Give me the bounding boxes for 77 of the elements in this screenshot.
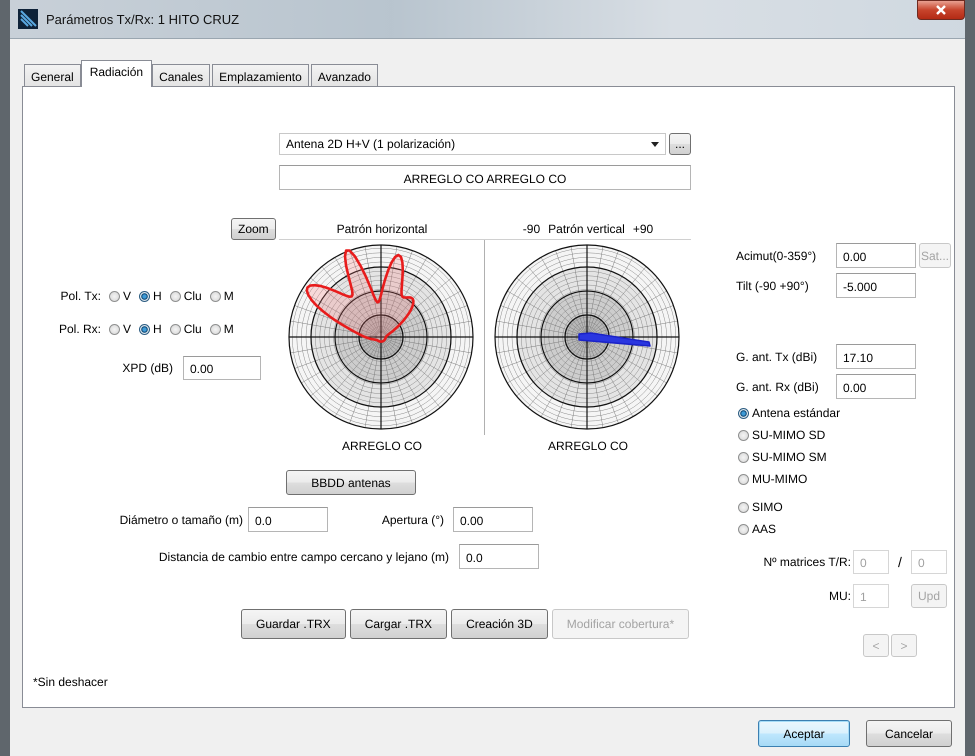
radio-button[interactable]: Antena estándar: [738, 404, 840, 422]
field-label: Pol. Rx:: [58, 322, 102, 336]
dialog-button[interactable]: Cancelar: [866, 720, 952, 747]
radio-button[interactable]: H: [139, 287, 162, 305]
antenna-database-button[interactable]: BBDD antenas: [286, 470, 416, 495]
radio-button[interactable]: M: [210, 287, 234, 305]
field-label: Diámetro o tamaño (m): [118, 512, 243, 526]
radio-indicator[interactable]: [139, 290, 150, 302]
radio-button[interactable]: SIMO: [738, 498, 783, 516]
app-icon: [18, 9, 38, 29]
browse-button[interactable]: ...: [669, 133, 691, 155]
chart-title: Patrón vertical: [548, 222, 625, 236]
radio-button[interactable]: SU-MIMO SD: [738, 426, 826, 444]
radio-button[interactable]: Clu: [170, 320, 202, 338]
chart-title: Patrón horizontal: [336, 222, 428, 236]
value-field[interactable]: -5.000: [836, 273, 916, 298]
radio-button[interactable]: H: [139, 320, 162, 338]
radio-indicator[interactable]: [109, 324, 120, 334]
action-button[interactable]: Creación 3D: [451, 609, 548, 639]
radio-indicator[interactable]: [738, 474, 749, 484]
dropdown-value: Antena 2D H+V (1 polarización): [286, 137, 456, 151]
action-button[interactable]: Guardar .TRX: [241, 609, 346, 639]
field-label: XPD (dB): [121, 361, 174, 375]
dialog-button[interactable]: Aceptar: [758, 720, 850, 747]
window-title: Parámetros Tx/Rx: 1 HITO CRUZ: [46, 12, 240, 26]
value-field[interactable]: 0.00: [836, 243, 916, 268]
antenna-type-dropdown[interactable]: Antena 2D H+V (1 polarización): [279, 133, 666, 155]
radio-indicator[interactable]: [139, 324, 150, 334]
distance-field[interactable]: 0.0: [459, 544, 539, 569]
close-button[interactable]: [917, 0, 965, 20]
chart-caption: ARREGLO CO: [546, 439, 629, 453]
axis-label: +90: [632, 222, 654, 236]
tab[interactable]: Avanzado: [310, 64, 378, 86]
axis-label: -90: [522, 222, 540, 236]
radio-button[interactable]: MU-MIMO: [738, 470, 808, 488]
chart-caption: ARREGLO CO: [340, 439, 423, 453]
field-label: G. ant. Tx (dBi): [736, 350, 818, 364]
tab[interactable]: Emplazamiento: [212, 64, 309, 86]
field-label: Tilt (-90 +90°): [736, 278, 810, 292]
separator-label: /: [897, 554, 903, 570]
radio-indicator[interactable]: [738, 430, 749, 440]
radio-button[interactable]: M: [210, 320, 234, 338]
action-button[interactable]: Cargar .TRX: [350, 609, 448, 639]
radio-indicator[interactable]: [210, 324, 221, 334]
radio-indicator[interactable]: [170, 324, 181, 334]
field-label: Nº matrices T/R:: [762, 555, 852, 569]
radio-indicator[interactable]: [210, 290, 221, 302]
tab[interactable]: Canales: [152, 64, 210, 86]
close-icon: [935, 5, 947, 15]
field-label: G. ant. Rx (dBi): [736, 380, 820, 394]
footnote: *Sin deshacer: [33, 675, 108, 689]
value-field[interactable]: 0.00: [836, 374, 916, 399]
radio-button[interactable]: Clu: [170, 287, 202, 305]
xpd-field[interactable]: 0.00: [183, 356, 261, 380]
radio-indicator[interactable]: [738, 524, 749, 534]
field-label: Distancia de cambio entre campo cercano y lejano (m): [158, 550, 449, 564]
radio-indicator[interactable]: [109, 290, 120, 302]
radio-button[interactable]: AAS: [738, 520, 776, 538]
value-field[interactable]: 17.10: [836, 344, 916, 369]
zoom-button[interactable]: Zoom: [231, 218, 276, 240]
field-label: Acimut(0-359°): [736, 248, 818, 262]
diameter-field[interactable]: 0.0: [248, 507, 328, 532]
radio-button[interactable]: V: [109, 320, 132, 338]
field-label: MU:: [828, 589, 852, 603]
tab[interactable]: Radiación: [80, 60, 152, 87]
tab[interactable]: General: [24, 64, 81, 86]
field-label: Pol. Tx:: [60, 289, 102, 303]
radio-button[interactable]: SU-MIMO SM: [738, 448, 827, 466]
radio-indicator[interactable]: [738, 408, 749, 418]
caret-icon: [651, 142, 659, 146]
antenna-name-field[interactable]: ARREGLO CO ARREGLO CO: [279, 165, 691, 190]
radio-indicator[interactable]: [170, 290, 181, 302]
field-label: Apertura (°): [380, 512, 444, 526]
aperture-field[interactable]: 0.00: [453, 507, 533, 532]
radio-indicator[interactable]: [738, 502, 749, 512]
radio-indicator[interactable]: [738, 452, 749, 462]
radio-button[interactable]: V: [109, 287, 132, 305]
